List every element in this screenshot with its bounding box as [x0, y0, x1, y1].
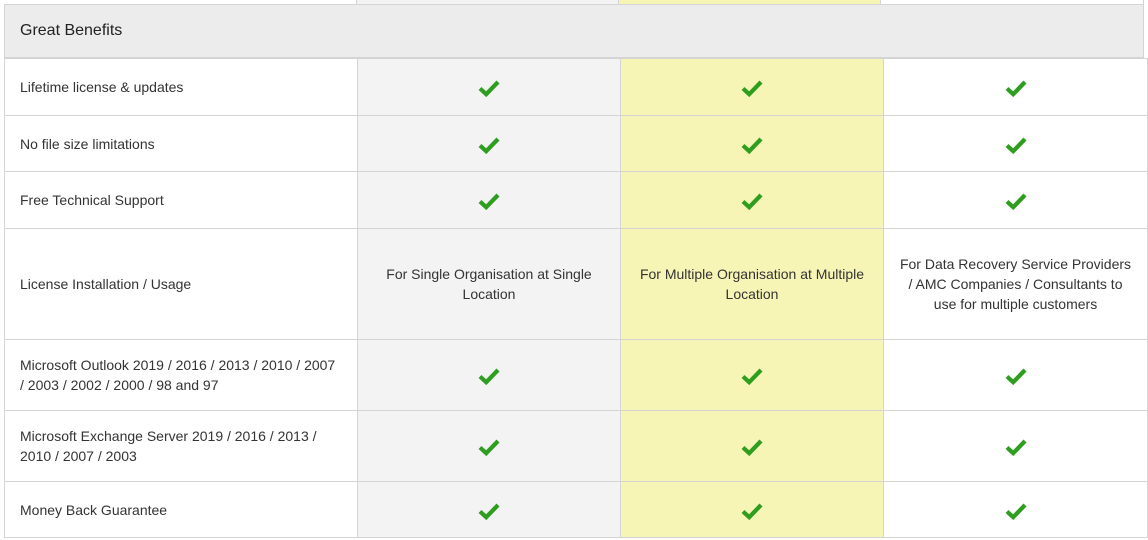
check-cell — [357, 481, 621, 538]
checkmark-icon — [741, 438, 763, 457]
feature-label: License Installation / Usage — [4, 228, 358, 340]
checkmark-icon — [478, 79, 500, 98]
check-cell — [620, 171, 884, 229]
check-cell — [357, 171, 621, 229]
check-cell — [620, 58, 884, 116]
checkmark-icon — [1005, 438, 1027, 457]
table-row: Microsoft Exchange Server 2019 / 2016 / … — [4, 410, 1148, 482]
check-cell — [357, 115, 621, 172]
checkmark-icon — [741, 367, 763, 386]
check-cell — [357, 339, 621, 411]
feature-label: No file size limitations — [4, 115, 358, 172]
table-row: Money Back Guarantee — [4, 481, 1148, 538]
checkmark-icon — [1005, 192, 1027, 211]
feature-label: Money Back Guarantee — [4, 481, 358, 538]
checkmark-icon — [741, 502, 763, 520]
check-cell — [357, 410, 621, 482]
usage-cell: For Data Recovery Service Providers / AM… — [883, 228, 1148, 340]
checkmark-icon — [478, 367, 500, 386]
checkmark-icon — [1005, 367, 1027, 386]
feature-label: Lifetime license & updates — [4, 58, 358, 116]
check-cell — [357, 58, 621, 116]
checkmark-icon — [478, 136, 500, 154]
checkmark-icon — [1005, 79, 1027, 98]
check-cell — [620, 339, 884, 411]
check-cell — [620, 115, 884, 172]
feature-label: Microsoft Exchange Server 2019 / 2016 / … — [4, 410, 358, 482]
table-row: Lifetime license & updates — [4, 58, 1148, 116]
checkmark-icon — [741, 79, 763, 98]
check-cell — [883, 115, 1148, 172]
check-cell — [883, 410, 1148, 482]
table-row: No file size limitations — [4, 115, 1148, 172]
check-cell — [620, 410, 884, 482]
checkmark-icon — [1005, 136, 1027, 154]
check-cell — [883, 481, 1148, 538]
checkmark-icon — [478, 502, 500, 520]
usage-cell: For Multiple Organisation at Multiple Lo… — [620, 228, 884, 340]
check-cell — [620, 481, 884, 538]
table-row: Free Technical Support — [4, 171, 1148, 229]
checkmark-icon — [1005, 502, 1027, 520]
checkmark-icon — [741, 192, 763, 211]
check-cell — [883, 171, 1148, 229]
usage-cell: For Single Organisation at Single Locati… — [357, 228, 621, 340]
section-title: Great Benefits — [20, 22, 123, 39]
check-cell — [883, 339, 1148, 411]
check-cell — [883, 58, 1148, 116]
table-row: License Installation / Usage For Single … — [4, 228, 1148, 340]
feature-label: Free Technical Support — [4, 171, 358, 229]
section-header: Great Benefits — [4, 4, 1144, 58]
checkmark-icon — [741, 136, 763, 154]
comparison-table: Lifetime license & updates No file size … — [4, 58, 1148, 538]
table-row: Microsoft Outlook 2019 / 2016 / 2013 / 2… — [4, 339, 1148, 411]
feature-label: Microsoft Outlook 2019 / 2016 / 2013 / 2… — [4, 339, 358, 411]
checkmark-icon — [478, 438, 500, 457]
checkmark-icon — [478, 192, 500, 211]
